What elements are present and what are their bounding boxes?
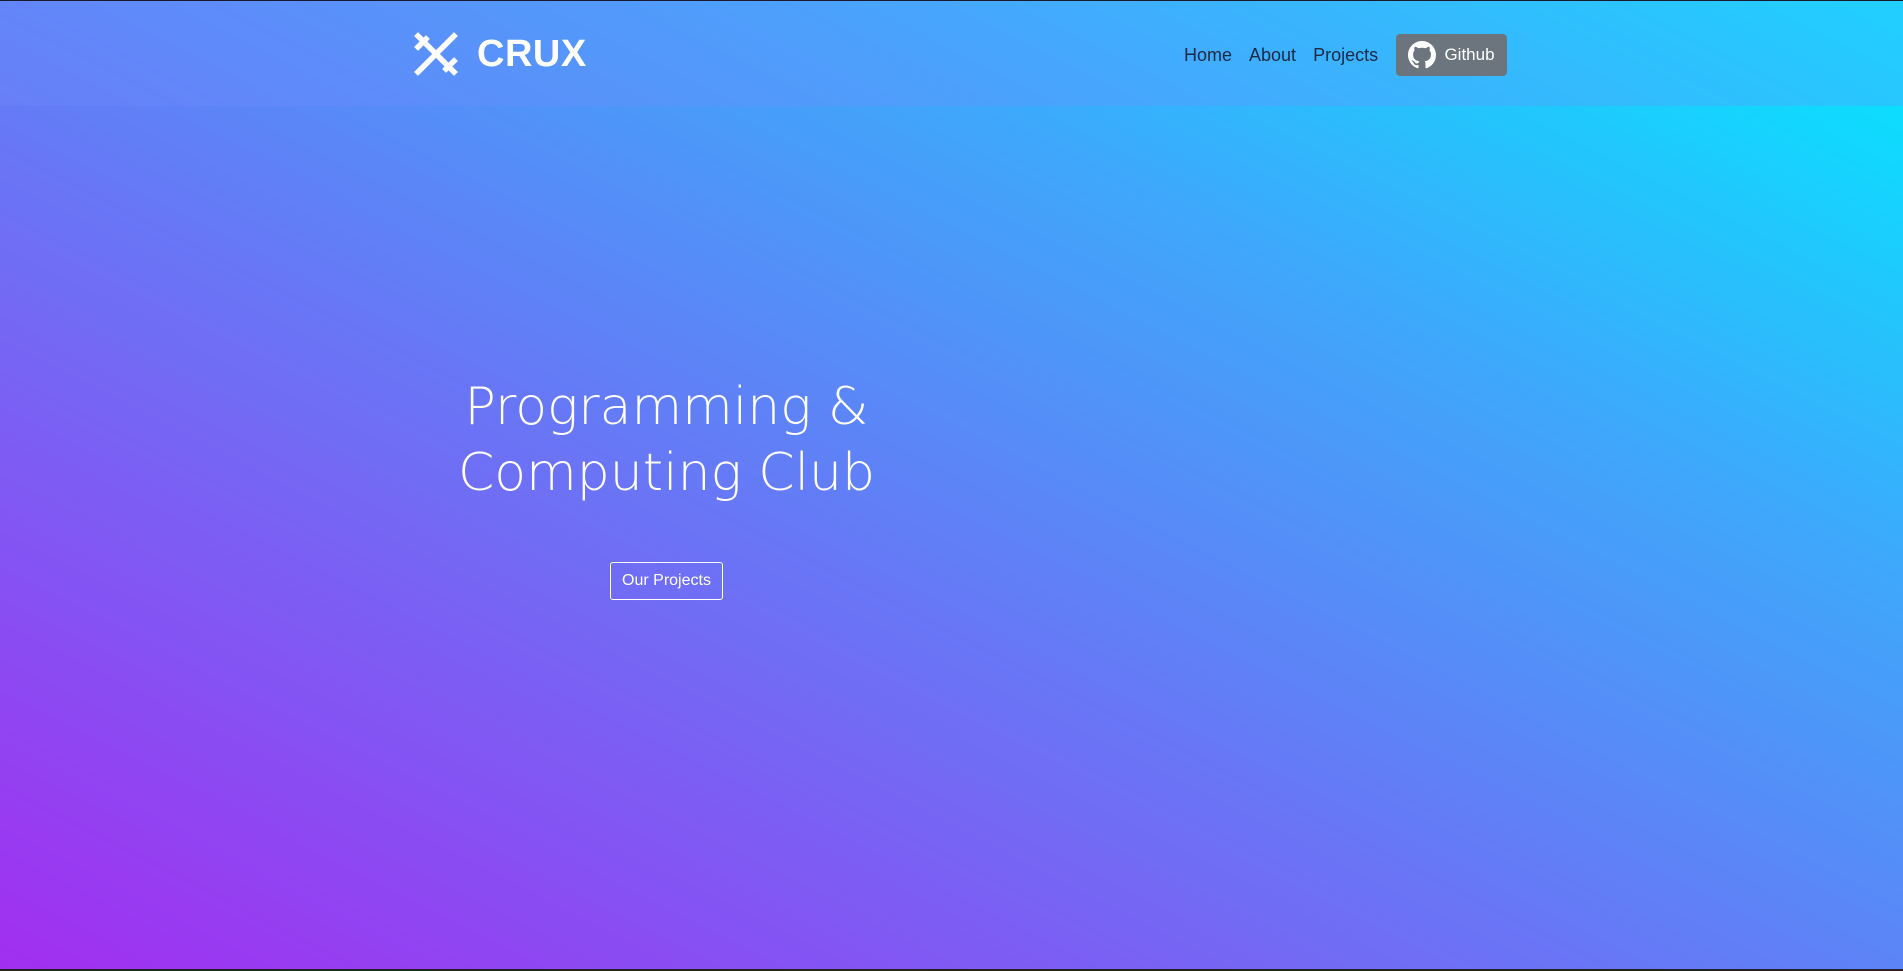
nav-item-projects[interactable]: Projects <box>1313 44 1378 66</box>
page: CRUX Home About Projects Github Programm… <box>0 0 1903 971</box>
github-button[interactable]: Github <box>1396 34 1507 76</box>
hero-title: Programming & Computing Club <box>450 374 883 506</box>
brand-name: CRUX <box>477 33 587 75</box>
nav-item-home[interactable]: Home <box>1184 44 1232 66</box>
hero-title-line-1: Programming & <box>464 377 869 437</box>
hero: Programming & Computing Club <box>450 374 883 506</box>
our-projects-button[interactable]: Our Projects <box>610 562 723 600</box>
nav-item-about[interactable]: About <box>1249 44 1296 66</box>
nav-links: Home About Projects <box>1184 44 1378 66</box>
github-button-label: Github <box>1444 45 1495 64</box>
crux-logo-icon <box>414 32 458 76</box>
navbar: CRUX Home About Projects Github <box>0 1 1903 106</box>
brand-link[interactable]: CRUX <box>413 32 587 76</box>
github-icon <box>1408 41 1437 69</box>
hero-title-line-2: Computing Club <box>458 443 875 503</box>
